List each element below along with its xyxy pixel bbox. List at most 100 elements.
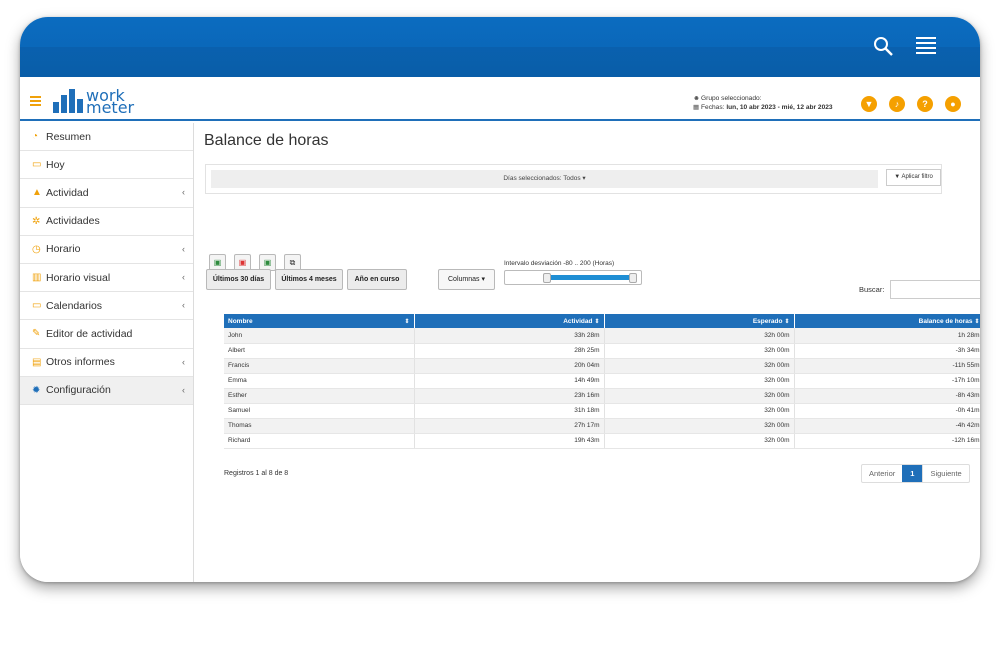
chevron-left-icon: ‹ [182,356,185,367]
sidebar-item-otros-informes[interactable]: ▤ Otros informes ‹ [20,349,193,377]
cell-name: Esther [224,388,415,404]
table-row[interactable]: Francis 20h 04m 32h 00m -11h 55m [224,358,980,374]
cell-name: Richard [224,433,415,449]
date-range: lun, 10 abr 2023 - mié, 12 abr 2023 [726,104,833,111]
users-icon: ☻ [693,95,700,102]
cell-activity: 14h 49m [414,373,605,389]
sidebar-item-calendarios[interactable]: ▭ Calendarios ‹ [20,292,193,321]
cell-activity: 27h 17m [414,418,605,434]
balance-table: Nombre ⇕ Actividad ⇕ Esperado ⇕ Balance de … [224,314,980,449]
top-bar [20,17,980,77]
last-30-days-button[interactable]: Últimos 30 días [206,269,271,290]
sidebar: ◔ Resumen ▭ Hoy ▲ Actividad ‹ ✲ Actividades ◷… [20,123,194,582]
cell-activity: 31h 18m [414,403,605,419]
columns-button[interactable]: Columnas ▾ [438,269,495,290]
current-year-button[interactable]: Año en curso [347,269,407,290]
search-icon[interactable] [872,35,894,57]
table-row[interactable]: Thomas 27h 17m 32h 00m -4h 42m [224,418,980,434]
sidebar-item-horario[interactable]: ◷ Horario ‹ [20,236,193,264]
table-row[interactable]: Albert 28h 25m 32h 00m -3h 34m [224,343,980,359]
cell-activity: 20h 04m [414,358,605,374]
column-header-actividad[interactable]: Actividad ⇕ [414,314,605,328]
device-frame: work meter ☻Grupo seleccionado: ▦ Fechas:… [20,17,980,582]
cell-balance: -8h 43m [794,388,980,404]
cell-activity: 33h 28m [414,328,605,344]
bell-icon[interactable]: ♪ [889,96,905,112]
cell-expected: 32h 00m [604,403,795,419]
calendar-icon: ▦ [693,104,700,111]
sidebar-item-actividades[interactable]: ✲ Actividades [20,208,193,236]
cell-expected: 32h 00m [604,388,795,404]
sort-icon: ⇕ [784,318,790,325]
cell-balance: 1h 28m [794,328,980,344]
column-header-nombre[interactable]: Nombre ⇕ [224,314,415,328]
table-row[interactable]: Emma 14h 49m 32h 00m -17h 10m [224,373,980,389]
filter-icon[interactable]: ▼ [861,96,877,112]
sidebar-item-resumen[interactable]: ◔ Resumen [20,123,193,152]
table-icon: ▤ [32,356,42,368]
sort-icon: ⇕ [594,318,600,325]
chevron-left-icon: ‹ [182,384,185,395]
table-row[interactable]: Samuel 31h 18m 32h 00m -0h 41m [224,403,980,419]
cell-name: Thomas [224,418,415,434]
chevron-left-icon: ‹ [182,243,185,254]
cell-balance: -4h 42m [794,418,980,434]
bar-chart-icon: ▥ [32,272,42,284]
chevron-left-icon: ‹ [182,187,185,198]
last-4-months-button[interactable]: Últimos 4 meses [275,269,343,290]
cell-balance: -17h 10m [794,373,980,389]
table-row[interactable]: Richard 19h 43m 32h 00m -12h 16m [224,433,980,449]
slider-handle-min[interactable] [543,273,551,283]
cell-activity: 23h 16m [414,388,605,404]
hamburger-menu-icon[interactable] [916,37,936,55]
sort-icon: ⇕ [974,318,980,325]
table-row[interactable]: John 33h 28m 32h 00m 1h 28m [224,328,980,344]
cogs-icon: ✲ [32,215,41,227]
next-page-button[interactable]: Siguiente [922,465,968,482]
cell-balance: -12h 16m [794,433,980,449]
sort-icon: ⇕ [404,318,410,325]
slider-handle-max[interactable] [629,273,637,283]
records-info: Registros 1 al 8 de 8 [224,470,289,477]
cell-expected: 32h 00m [604,373,795,389]
sidebar-item-editor[interactable]: ✎ Editor de actividad [20,320,193,349]
prev-page-button[interactable]: Anterior [862,465,902,482]
gear-icon: ✹ [32,384,41,396]
sidebar-toggle-icon[interactable] [30,96,41,108]
group-info: ☻Grupo seleccionado: ▦ Fechas: lun, 10 ab… [693,95,833,111]
chevron-left-icon: ‹ [182,271,185,282]
column-header-esperado[interactable]: Esperado ⇕ [604,314,795,328]
pagination: Anterior 1 Siguiente [861,464,970,483]
cell-name: John [224,328,415,344]
cell-name: Albert [224,343,415,359]
cell-balance: -3h 34m [794,343,980,359]
search-input[interactable] [890,280,980,299]
sidebar-item-hoy[interactable]: ▭ Hoy [20,151,193,180]
dashboard-icon: ◔ [32,131,39,143]
sidebar-item-horario-visual[interactable]: ▥ Horario visual ‹ [20,264,193,293]
area-chart-icon: ▲ [32,187,42,199]
column-header-balance[interactable]: Balance de horas ⇕ [794,314,980,328]
search-label: Buscar: [859,285,885,294]
apply-filter-button[interactable]: ▼ Aplicar filtro [886,169,941,186]
page-1-button[interactable]: 1 [902,465,923,482]
edit-icon: ✎ [32,328,41,340]
sidebar-item-configuracion[interactable]: ✹ Configuración ‹ [20,376,193,405]
cell-balance: -0h 41m [794,403,980,419]
days-filter[interactable]: Días seleccionados: Todos ▾ [211,170,878,188]
deviation-label: Intervalo desviación -80 .. 200 (Horas) [504,260,615,267]
filter-panel: Días seleccionados: Todos ▾ ▼ Aplicar fi… [205,164,942,194]
cell-expected: 32h 00m [604,328,795,344]
cell-expected: 32h 00m [604,358,795,374]
user-icon[interactable]: ● [945,96,961,112]
cell-activity: 19h 43m [414,433,605,449]
table-row[interactable]: Esther 23h 16m 32h 00m -8h 43m [224,388,980,404]
cell-activity: 28h 25m [414,343,605,359]
help-icon[interactable]: ? [917,96,933,112]
cell-name: Samuel [224,403,415,419]
deviation-slider[interactable] [504,270,642,285]
page-title: Balance de horas [204,132,329,149]
sidebar-item-actividad[interactable]: ▲ Actividad ‹ [20,179,193,208]
app-header: work meter ☻Grupo seleccionado: ▦ Fechas:… [20,77,980,121]
cell-balance: -11h 55m [794,358,980,374]
